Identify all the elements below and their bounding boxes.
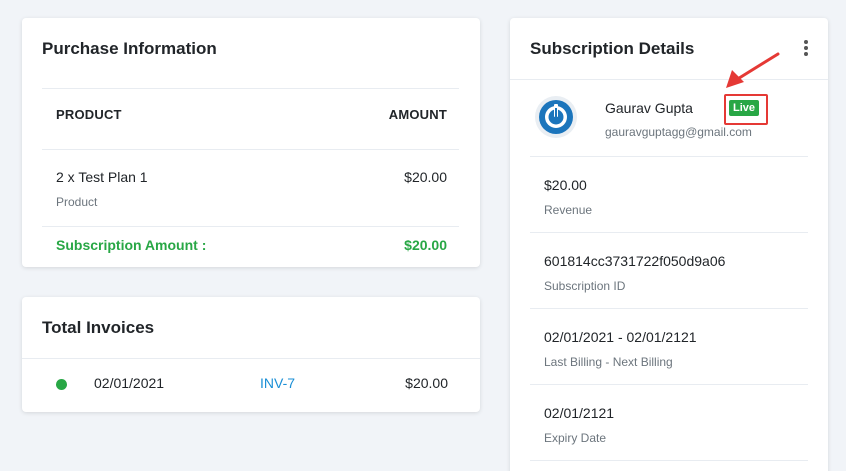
table-row: 2 x Test Plan 1 Product $20.00 — [42, 150, 459, 227]
annotation-arrow-icon — [726, 52, 780, 88]
detail-billing-dates: 02/01/2021 - 02/01/2121 Last Billing - N… — [530, 309, 808, 385]
status-badge-highlight: Live — [724, 94, 768, 125]
product-amount: $20.00 — [404, 169, 447, 185]
purchase-information-card: Purchase Information PRODUCT AMOUNT 2 x … — [22, 18, 480, 267]
subscription-amount-label: Subscription Amount : — [56, 237, 207, 253]
subscription-id-label: Subscription ID — [544, 279, 626, 293]
revenue-value: $20.00 — [544, 177, 587, 193]
subscription-card-title: Subscription Details — [530, 39, 695, 58]
status-badge: Live — [729, 100, 760, 116]
detail-revenue: $20.00 Revenue — [530, 157, 808, 233]
billing-dates-label: Last Billing - Next Billing — [544, 355, 673, 369]
invoice-date: 02/01/2021 — [94, 375, 165, 391]
column-header-amount: AMOUNT — [388, 107, 447, 122]
detail-subscription-id: 601814cc3731722f050d9a06 Subscription ID — [530, 233, 808, 309]
subscription-amount-row: Subscription Amount : $20.00 — [42, 227, 459, 267]
subscription-id-value: 601814cc3731722f050d9a06 — [544, 253, 726, 269]
customer-name: Gaurav Gupta — [605, 100, 693, 116]
purchase-table-header: PRODUCT AMOUNT — [42, 88, 459, 150]
revenue-label: Revenue — [544, 203, 593, 217]
status-dot-icon — [56, 379, 67, 390]
total-invoices-card: Total Invoices 02/01/2021 INV-7 $20.00 — [22, 297, 480, 412]
kebab-menu-icon[interactable] — [802, 40, 810, 58]
product-type: Product — [56, 195, 98, 209]
product-name: 2 x Test Plan 1 — [56, 169, 148, 185]
expiry-date-label: Expiry Date — [544, 431, 607, 445]
invoice-row: 02/01/2021 INV-7 $20.00 — [22, 359, 480, 412]
invoice-amount: $20.00 — [405, 375, 448, 391]
invoice-number-link[interactable]: INV-7 — [260, 375, 295, 391]
column-header-product: PRODUCT — [56, 107, 122, 122]
expiry-date-value: 02/01/2121 — [544, 405, 615, 421]
detail-expiry-date: 02/01/2121 Expiry Date — [530, 385, 808, 461]
purchase-card-title: Purchase Information — [42, 39, 217, 58]
avatar — [535, 96, 577, 138]
subscription-amount-value: $20.00 — [404, 237, 447, 253]
invoices-card-title: Total Invoices — [42, 318, 155, 337]
power-icon — [539, 100, 573, 134]
customer-email: gauravguptagg@gmail.com — [605, 125, 752, 139]
billing-dates-value: 02/01/2021 - 02/01/2121 — [544, 329, 697, 345]
